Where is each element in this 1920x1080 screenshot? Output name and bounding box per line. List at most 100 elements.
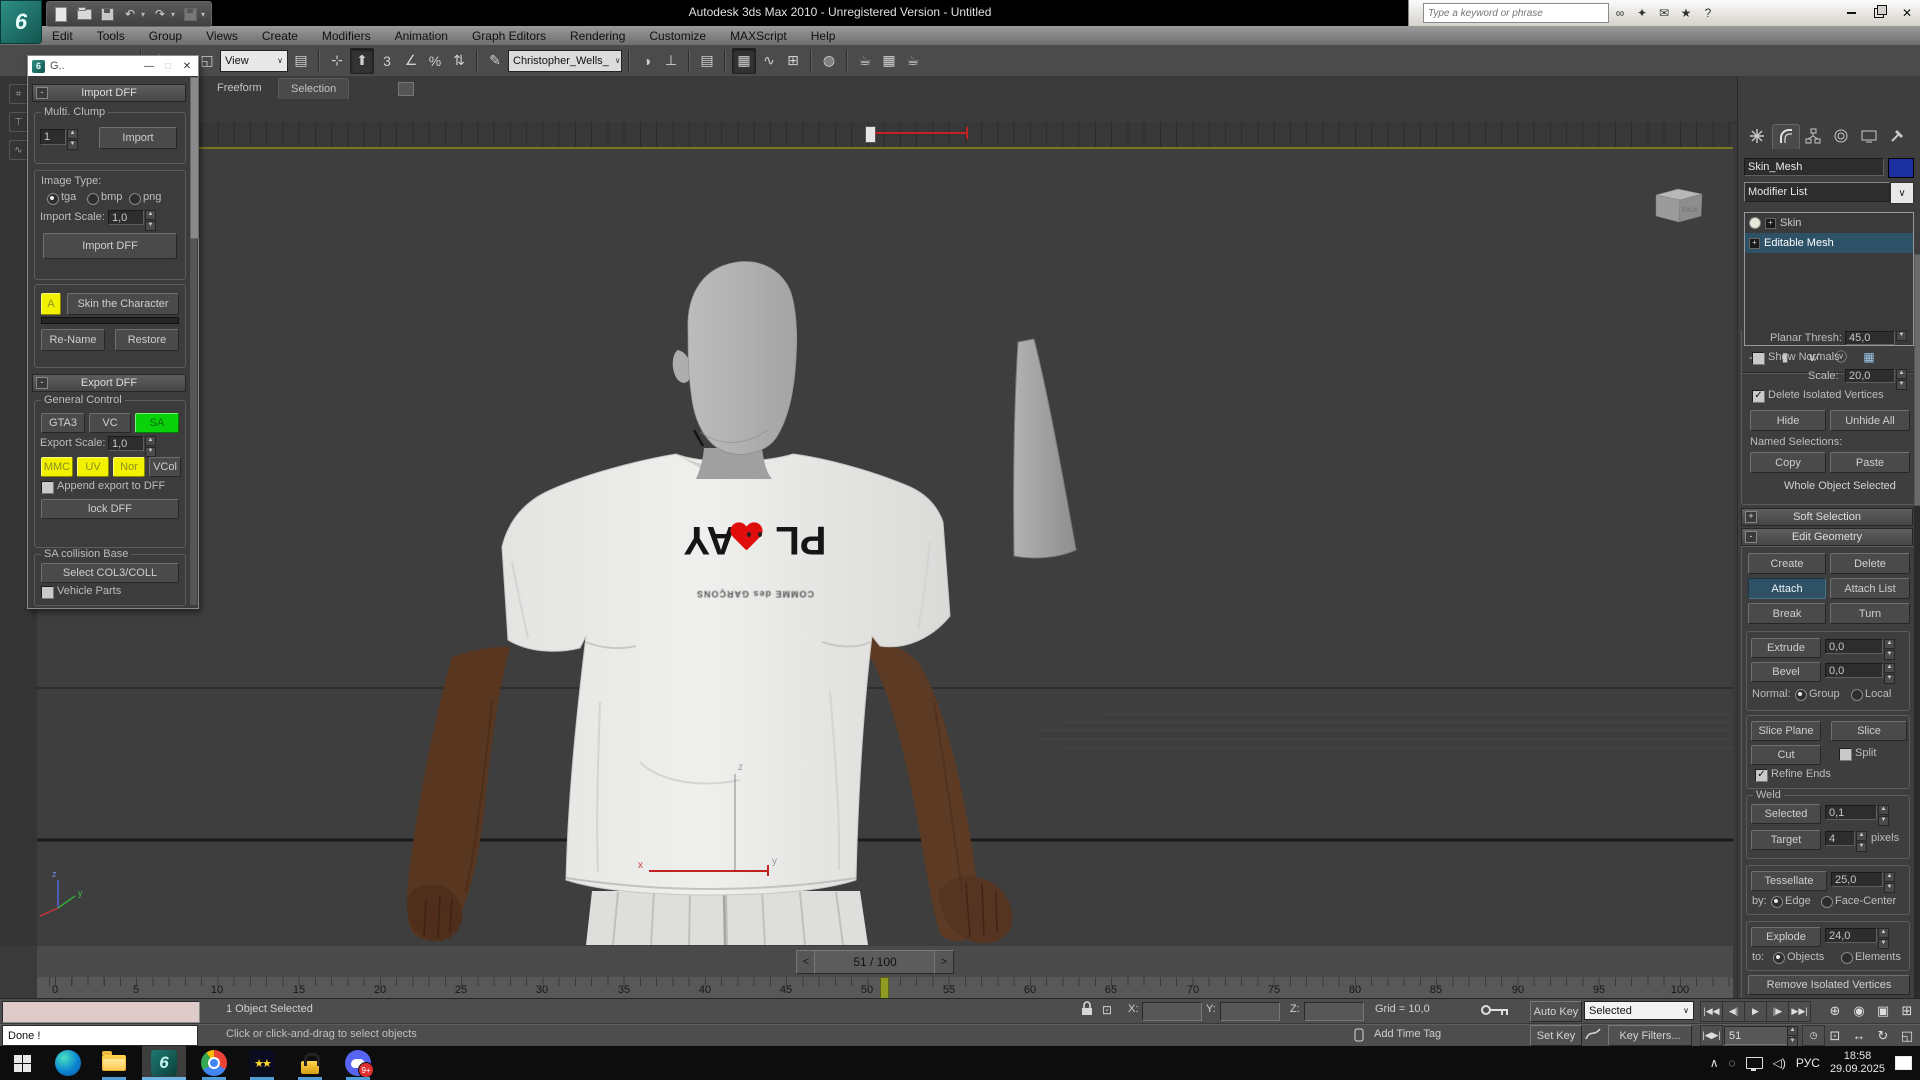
blade-object[interactable] bbox=[1014, 339, 1076, 558]
tab-create[interactable] bbox=[1744, 124, 1770, 148]
undo-dropdown-icon[interactable]: ▾ bbox=[141, 10, 145, 19]
tab-display[interactable] bbox=[1856, 124, 1882, 148]
modifier-enable-bulb-icon[interactable] bbox=[1749, 217, 1761, 229]
z-coordinate-field[interactable] bbox=[1304, 1002, 1364, 1021]
rendered-frame-window-icon[interactable]: ▦ bbox=[878, 49, 900, 73]
tab-modify[interactable] bbox=[1772, 124, 1800, 149]
key-filters-button[interactable]: Key Filters... bbox=[1608, 1025, 1692, 1046]
export-scale-field[interactable]: 1,0 bbox=[108, 436, 144, 451]
x-coordinate-field[interactable] bbox=[1142, 1002, 1202, 1021]
reference-coordinate-dropdown[interactable]: View∨ bbox=[220, 50, 288, 72]
restore-button[interactable]: Restore bbox=[115, 329, 179, 351]
frame-counter[interactable]: 51 / 100 bbox=[814, 950, 936, 974]
rollout-edit-geometry[interactable]: -Edit Geometry bbox=[1741, 528, 1913, 546]
extrude-spinner[interactable]: ▲▼ bbox=[1884, 639, 1895, 660]
start-button[interactable] bbox=[0, 1046, 44, 1080]
weld-target-field[interactable]: 4 bbox=[1825, 831, 1855, 846]
tab-selection[interactable]: Selection bbox=[278, 78, 349, 99]
project-dropdown-icon[interactable]: ▾ bbox=[201, 10, 205, 19]
material-editor-icon[interactable]: ◍ bbox=[818, 49, 840, 73]
timeline-ruler[interactable]: 0 5 10 15 20 25 30 35 40 45 50 55 60 65 … bbox=[37, 977, 1733, 999]
select-manipulate-icon[interactable]: ⊹ bbox=[326, 49, 348, 73]
search-input[interactable] bbox=[1423, 3, 1609, 23]
add-time-tag[interactable]: Add Time Tag bbox=[1374, 1028, 1441, 1040]
render-setup-icon[interactable]: ☕ bbox=[854, 49, 876, 73]
select-and-scale-icon[interactable]: ◱ bbox=[196, 49, 218, 73]
snap-3d-icon[interactable]: 3 bbox=[376, 49, 398, 73]
current-frame-field[interactable]: 51 bbox=[1724, 1026, 1792, 1045]
object-color-swatch[interactable] bbox=[1888, 158, 1914, 178]
skin-character-button[interactable]: Skin the Character bbox=[67, 293, 179, 315]
slice-plane-button[interactable]: Slice Plane bbox=[1751, 721, 1821, 741]
current-frame-marker[interactable] bbox=[880, 977, 889, 1000]
zoom-all-icon[interactable]: ◉ bbox=[1848, 1000, 1870, 1021]
rollout-export-dff[interactable]: -Export DFF bbox=[32, 374, 186, 392]
plugin-titlebar[interactable]: 6 G.. — □ ✕ bbox=[28, 56, 198, 76]
refine-ends-checkbox[interactable]: ✓ bbox=[1755, 769, 1768, 782]
unhide-all-button[interactable]: Unhide All bbox=[1830, 410, 1910, 431]
absolute-offset-toggle-icon[interactable]: ⊡ bbox=[1102, 1003, 1112, 1017]
radio-local[interactable] bbox=[1851, 689, 1863, 701]
tab-hierarchy[interactable] bbox=[1800, 124, 1826, 148]
communication-icon[interactable]: ✉ bbox=[1653, 4, 1675, 22]
layer-manager-icon[interactable]: ▤ bbox=[696, 49, 718, 73]
expand-icon[interactable]: + bbox=[1749, 238, 1760, 249]
render-production-icon[interactable]: ☕ bbox=[902, 49, 924, 73]
menu-tools[interactable]: Tools bbox=[97, 29, 125, 43]
radio-bmp[interactable] bbox=[87, 193, 99, 205]
expand-icon[interactable]: + bbox=[1765, 218, 1776, 229]
planar-thresh-spinner[interactable]: ▼ bbox=[1896, 331, 1907, 341]
open-file-icon[interactable] bbox=[76, 6, 92, 22]
selection-lock-icon[interactable] bbox=[1080, 1001, 1094, 1017]
clump-count-field[interactable]: 1 bbox=[40, 129, 66, 145]
weld-target-spinner[interactable]: ▲▼ bbox=[1856, 831, 1867, 852]
new-file-icon[interactable] bbox=[53, 6, 69, 22]
notification-center-icon[interactable] bbox=[1895, 1056, 1912, 1070]
tessellate-button[interactable]: Tessellate bbox=[1751, 871, 1827, 891]
taskbar-3dsmax-icon[interactable]: 6 bbox=[142, 1046, 186, 1080]
taskbar-stars-app-icon[interactable]: ★★ bbox=[240, 1046, 284, 1080]
left-strip-icon-3[interactable]: ∿ bbox=[9, 140, 29, 160]
tray-onedrive-icon[interactable]: ◌ bbox=[1729, 1056, 1736, 1070]
save-icon[interactable] bbox=[99, 6, 115, 22]
angle-snap-icon[interactable]: ∠ bbox=[400, 49, 422, 73]
uv-button[interactable]: UV bbox=[77, 457, 109, 477]
taskbar-chrome-icon[interactable] bbox=[192, 1046, 236, 1080]
radio-objects[interactable] bbox=[1773, 952, 1785, 964]
sa-button[interactable]: SA bbox=[135, 413, 179, 433]
set-key-icon[interactable] bbox=[1478, 999, 1512, 1021]
named-selection-set-dropdown[interactable]: Christopher_Wells_∨ bbox=[508, 50, 622, 72]
viewport-front[interactable]: BACK bbox=[37, 147, 1733, 948]
zoom-extents-all-icon[interactable]: ⊞ bbox=[1896, 1000, 1918, 1021]
show-normals-checkbox[interactable] bbox=[1752, 352, 1765, 365]
fov-region-icon[interactable]: ⊡ bbox=[1824, 1025, 1846, 1046]
rename-button[interactable]: Re-Name bbox=[41, 329, 105, 351]
set-key-button[interactable]: Set Key bbox=[1530, 1025, 1582, 1046]
break-button[interactable]: Break bbox=[1748, 603, 1826, 624]
prev-frame-icon[interactable]: ◀| bbox=[1722, 1001, 1745, 1022]
left-strip-icon-1[interactable]: ⌗ bbox=[9, 84, 29, 104]
extrude-field[interactable]: 0,0 bbox=[1825, 639, 1883, 654]
export-scale-spinner[interactable]: ▲▼ bbox=[145, 436, 156, 457]
mirror-icon[interactable]: ◑ bbox=[636, 49, 658, 73]
pan-icon[interactable]: ↔ bbox=[1848, 1025, 1870, 1046]
remove-isolated-button[interactable]: Remove Isolated Vertices bbox=[1748, 975, 1910, 995]
menu-customize[interactable]: Customize bbox=[649, 29, 706, 43]
a-toggle-button[interactable]: A bbox=[41, 293, 61, 315]
redo-dropdown-icon[interactable]: ▾ bbox=[171, 10, 175, 19]
play-icon[interactable]: ▶ bbox=[1744, 1001, 1767, 1022]
object-name-field[interactable]: Skin_Mesh bbox=[1744, 158, 1884, 176]
menu-modifiers[interactable]: Modifiers bbox=[322, 29, 371, 43]
stack-item-skin[interactable]: + Skin bbox=[1745, 213, 1913, 233]
slice-button[interactable]: Slice bbox=[1831, 721, 1907, 741]
orbit-icon[interactable]: ↻ bbox=[1872, 1025, 1894, 1046]
delete-button[interactable]: Delete bbox=[1830, 553, 1910, 574]
import-scale-spinner[interactable]: ▲▼ bbox=[145, 210, 156, 231]
character-left-arm[interactable] bbox=[407, 647, 510, 941]
bevel-field[interactable]: 0,0 bbox=[1825, 663, 1883, 678]
schematic-view-icon[interactable]: ⊞ bbox=[782, 49, 804, 73]
vcol-button[interactable]: VCol bbox=[149, 457, 181, 477]
plugin-minimize-icon[interactable]: — bbox=[142, 61, 156, 72]
graphite-ribbon-toggle-icon[interactable]: ▦ bbox=[732, 48, 756, 74]
minimize-button[interactable] bbox=[1837, 3, 1865, 23]
